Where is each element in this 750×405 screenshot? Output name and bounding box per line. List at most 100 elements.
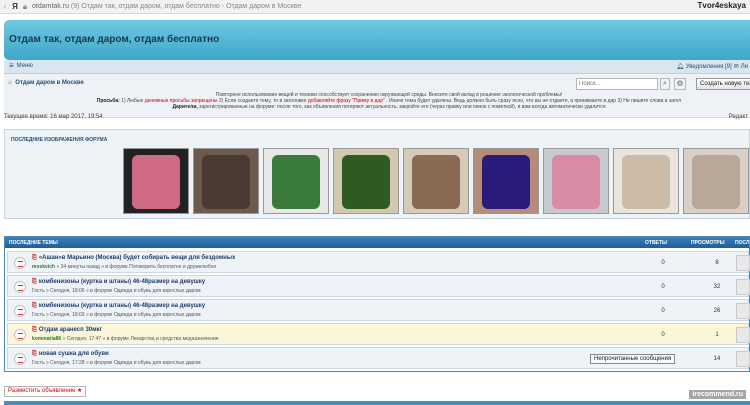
notice-text: 1) Любые (121, 98, 144, 104)
envelope-icon[interactable]: ✉ (734, 63, 739, 70)
topic-icon (14, 281, 26, 293)
current-time: Текущее время: 16 мар 2017, 19:54 (4, 114, 103, 120)
avatar[interactable] (736, 279, 750, 295)
yandex-logo[interactable]: Я (10, 2, 20, 11)
topic-views: 14 (713, 356, 721, 362)
url-domain: otdamtak.ru (32, 3, 69, 10)
topic-answers: 0 (661, 260, 665, 266)
lock-icon: 🔒︎ (22, 1, 28, 11)
thumb-plant[interactable] (333, 148, 399, 214)
topic-meta: Гость » Сегодня, 18:06 » в форуме Одежда… (32, 288, 201, 294)
site-title[interactable]: Отдам так, отдам даром, отдам бесплатно (9, 34, 219, 45)
topic-row[interactable]: ⎘ Отдам аранесп 30мкг kommaria86 » Сегодня… (7, 323, 750, 345)
topic-author[interactable]: kommaria86 (32, 336, 61, 342)
topic-meta: Гость » Сегодня, 18:03 » в форуме Одежда… (32, 312, 201, 318)
breadcrumb-label: Отдам даром в Москве (15, 80, 84, 86)
topic-author[interactable]: Гость (32, 312, 45, 318)
new-topic-button[interactable]: Создать новую тему (696, 78, 750, 90)
thumb-sweater[interactable] (683, 148, 749, 214)
topic-title[interactable]: ⎘ «Ашан»в Марьино (Москва) будет собирать… (32, 255, 235, 262)
topic-row[interactable]: ⎘ комбенизоны (куртка и штаны) 46-48разме… (7, 275, 750, 297)
topic-row[interactable]: ⎘ новая сушка для обуви Гость » Сегодня, 1… (7, 347, 750, 369)
topic-title[interactable]: ⎘ новая сушка для обуви (32, 351, 109, 358)
thumb-image (692, 155, 740, 209)
browser-toolbar: ‹ Я 🔒︎ otdamtak.ru (9) Отдам так, отдам … (0, 0, 750, 14)
attachment-icon: ⎘ (32, 303, 37, 309)
topic-author[interactable]: Гость (32, 288, 45, 294)
topic-row[interactable]: ⎘ комбенизоны (куртка и штаны) 46-48разме… (7, 299, 750, 321)
topic-meta: Гость » Сегодня, 17:28 » в форуме Одежда… (32, 360, 201, 366)
thumb-shoe-dryer[interactable] (263, 148, 329, 214)
thumb-purple-shoes[interactable] (473, 148, 539, 214)
topic-views: 1 (715, 332, 719, 338)
avatar[interactable] (736, 351, 750, 367)
site-header: Отдам так, отдам даром, отдам бесплатно (4, 20, 750, 60)
bell-icon[interactable]: 🔔︎ (676, 63, 684, 70)
topic-title[interactable]: ⎘ комбенизоны (куртка и штаны) 46-48разме… (32, 303, 205, 310)
topics-header: ПОСЛЕДНИЕ ТЕМЫ ОТВЕТЫ ПРОСМОТРЫ ПОСЛ (5, 237, 749, 248)
topic-title-text: комбенизоны (куртка и штаны) 46-48размер… (38, 279, 206, 285)
thumb-image (132, 155, 180, 209)
topic-icon (14, 329, 26, 341)
topic-title-text: Отдам аранесп 30мкг (38, 327, 103, 333)
footer-strip (4, 401, 750, 405)
latest-images-label: ПОСЛЕДНИЕ ИЗОБРАЖЕНИЯ ФОРУМА (11, 137, 108, 143)
topic-views: 8 (715, 260, 719, 266)
extra-link[interactable]: Ли (741, 64, 748, 70)
address-bar[interactable]: otdamtak.ru (9) Отдам так, отдам даром, … (32, 3, 301, 10)
topic-meta: kommaria86 » Сегодня, 17:47 » в форуме Л… (32, 336, 218, 342)
unread-messages-button[interactable]: Непрочитанные сообщения (590, 354, 676, 364)
search-button[interactable]: ⌕ (660, 78, 670, 90)
topic-views: 26 (713, 308, 721, 314)
topic-meta-text: » 34 минуты назад » в форуме Поговорить … (55, 264, 217, 270)
thumb-highchair[interactable] (613, 148, 679, 214)
topic-meta-text: » Сегодня, 18:03 » в форуме Одежда и обу… (44, 312, 201, 318)
topics-column-header: ПОСЛЕДНИЕ ТЕМЫ (9, 240, 58, 246)
topic-answers: 0 (661, 332, 665, 338)
advanced-search-button[interactable]: ⚙ (674, 78, 686, 90)
thumb-image (272, 155, 320, 209)
topic-answers: 0 (661, 284, 665, 290)
thumb-pink-jacket[interactable] (123, 148, 189, 214)
notifications-link[interactable]: Уведомления [9] (686, 64, 732, 70)
attachment-icon: ⎘ (32, 279, 37, 285)
thumb-image (412, 155, 460, 209)
thumb-dark-jacket[interactable] (193, 148, 259, 214)
topic-row[interactable]: ⎘ «Ашан»в Марьино (Москва) будет собирать… (7, 251, 750, 273)
topic-views: 32 (713, 284, 721, 290)
thumb-kid-coat[interactable] (543, 148, 609, 214)
home-icon: ⌂ (8, 80, 12, 86)
topic-meta-text: » Сегодня, 17:47 » в форуме Лекарства и … (61, 336, 219, 342)
forum-notice: Повторное использование вещей и техники … (64, 92, 714, 110)
topic-author[interactable]: Гость (32, 360, 45, 366)
thumb-round-item[interactable] (403, 148, 469, 214)
topic-title-text: комбенизоны (куртка и штаны) 46-48размер… (38, 303, 206, 309)
topic-icon (14, 305, 26, 317)
back-icon[interactable]: ‹ (0, 2, 10, 11)
avatar[interactable] (736, 255, 750, 271)
topic-author[interactable]: moskvich (32, 264, 55, 270)
topic-title-text: новая сушка для обуви (38, 351, 109, 357)
avatar[interactable] (736, 327, 750, 343)
topic-meta-text: » Сегодня, 17:28 » в форуме Одежда и обу… (44, 360, 201, 366)
attachment-icon: ⎘ (32, 327, 37, 333)
watermark: irecommend.ru (689, 390, 746, 399)
answers-column-header: ОТВЕТЫ (645, 240, 667, 246)
thumb-image (342, 155, 390, 209)
breadcrumb[interactable]: ⌂ Отдам даром в Москве (8, 80, 84, 86)
post-ad-button[interactable]: Разместить объявление ★ (4, 386, 87, 397)
edit-link[interactable]: Редакт (729, 114, 748, 120)
thumb-image (482, 155, 530, 209)
breadcrumb-bar: ⌂ Отдам даром в Москве ⌕ ⚙ Создать новую… (4, 74, 750, 118)
thumb-image (622, 155, 670, 209)
views-column-header: ПРОСМОТРЫ (691, 240, 725, 246)
topic-answers: 0 (661, 308, 665, 314)
topic-title-text: «Ашан»в Марьино (Москва) будет собирать … (38, 255, 236, 261)
search-input[interactable] (576, 78, 658, 90)
thumb-image (202, 155, 250, 209)
avatar[interactable] (736, 303, 750, 319)
menu-button[interactable]: ≡ Меню (9, 62, 33, 70)
topic-title[interactable]: ⎘ комбенизоны (куртка и штаны) 46-48разме… (32, 279, 205, 286)
browser-user[interactable]: Tvor4eskaya (698, 1, 746, 10)
topic-title[interactable]: ⎘ Отдам аранесп 30мкг (32, 327, 102, 334)
